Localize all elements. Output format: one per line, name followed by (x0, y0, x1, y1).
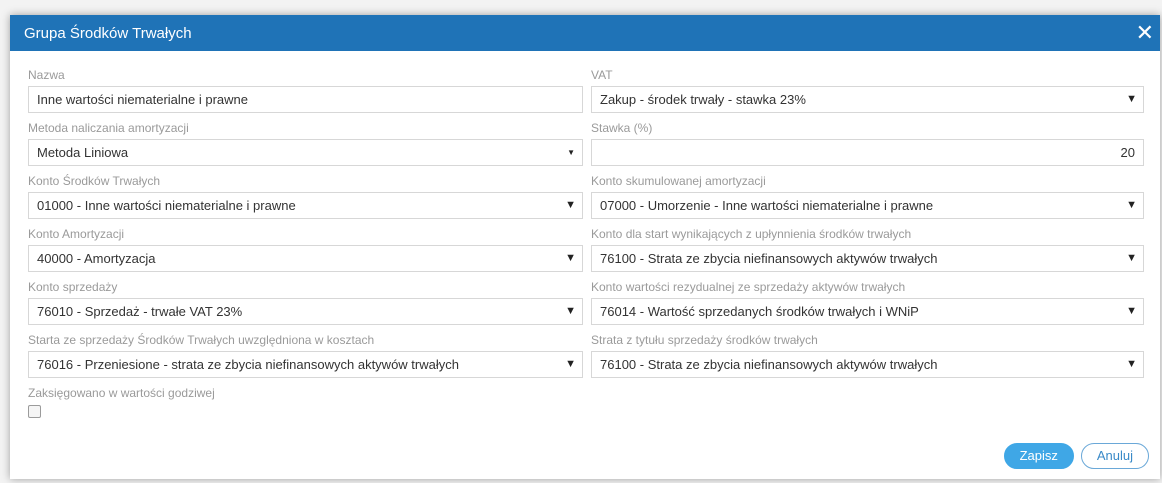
form-grid: Nazwa Inne wartości niematerialne i praw… (28, 67, 1144, 418)
rate-input[interactable]: 20 (591, 139, 1144, 166)
save-button[interactable]: Zapisz (1003, 443, 1074, 469)
depreciation-method-label: Metoda naliczania amortyzacji (28, 121, 189, 135)
name-field-group: Nazwa Inne wartości niematerialne i praw… (28, 67, 583, 113)
vat-value: Zakup - środek trwały - stawka 23% (600, 92, 806, 107)
dialog-body: Nazwa Inne wartości niematerialne i praw… (10, 51, 1160, 418)
residual-value-account-select[interactable]: 76014 - Wartość sprzedanych środków trwa… (591, 298, 1144, 325)
rate-field-group: Stawka (%) 20 (591, 120, 1144, 166)
chevron-down-icon[interactable]: ▼ (1126, 299, 1137, 324)
name-label: Nazwa (28, 68, 65, 82)
residual-value-account-label: Konto wartości rezydualnej ze sprzedaży … (591, 280, 906, 294)
fixed-asset-group-dialog: Grupa Środków Trwałych ✕ Nazwa Inne wart… (10, 15, 1160, 479)
chevron-down-icon[interactable]: ▼ (1126, 246, 1137, 271)
sale-loss-cost-label: Starta ze sprzedaży Środków Trwałych uwz… (28, 333, 375, 347)
liquidation-loss-account-select[interactable]: 76100 - Strata ze zbycia niefinansowych … (591, 245, 1144, 272)
liquidation-loss-account-label: Konto dla start wynikających z upłynnien… (591, 227, 912, 241)
accumulated-depreciation-account-value: 07000 - Umorzenie - Inne wartości niemat… (600, 198, 934, 213)
residual-value-account-value: 76014 - Wartość sprzedanych środków trwa… (600, 304, 919, 319)
chevron-down-icon[interactable]: ▼ (565, 246, 576, 271)
depreciation-account-value: 40000 - Amortyzacja (37, 251, 156, 266)
depreciation-method-select[interactable]: Metoda Liniowa ▼ (28, 139, 583, 166)
sale-loss-label: Strata z tytułu sprzedaży środków trwały… (591, 333, 818, 347)
sale-loss-value: 76100 - Strata ze zbycia niefinansowych … (600, 357, 938, 372)
residual-value-account-field-group: Konto wartości rezydualnej ze sprzedaży … (591, 279, 1144, 325)
sales-account-field-group: Konto sprzedaży 76010 - Sprzedaż - trwał… (28, 279, 583, 325)
vat-select[interactable]: Zakup - środek trwały - stawka 23% ▼ (591, 86, 1144, 113)
sales-account-select[interactable]: 76010 - Sprzedaż - trwałe VAT 23% ▼ (28, 298, 583, 325)
sales-account-label: Konto sprzedaży (28, 280, 118, 294)
sale-loss-cost-field-group: Starta ze sprzedaży Środków Trwałych uwz… (28, 332, 583, 378)
fair-value-checkbox[interactable] (28, 405, 41, 418)
sale-loss-cost-select[interactable]: 76016 - Przeniesione - strata ze zbycia … (28, 351, 583, 378)
chevron-down-icon[interactable]: ▼ (565, 352, 576, 377)
name-value: Inne wartości niematerialne i prawne (37, 92, 248, 107)
fair-value-label: Zaksięgowano w wartości godziwej (28, 386, 215, 400)
sale-loss-cost-value: 76016 - Przeniesione - strata ze zbycia … (37, 357, 459, 372)
depreciation-account-label: Konto Amortyzacji (28, 227, 125, 241)
accumulated-depreciation-account-select[interactable]: 07000 - Umorzenie - Inne wartości niemat… (591, 192, 1144, 219)
fixed-assets-account-select[interactable]: 01000 - Inne wartości niematerialne i pr… (28, 192, 583, 219)
chevron-down-icon[interactable]: ▼ (565, 193, 576, 218)
depreciation-account-select[interactable]: 40000 - Amortyzacja ▼ (28, 245, 583, 272)
fixed-assets-account-label: Konto Środków Trwałych (28, 174, 161, 188)
rate-label: Stawka (%) (591, 121, 653, 135)
vat-field-group: VAT Zakup - środek trwały - stawka 23% ▼ (591, 67, 1144, 113)
chevron-down-icon[interactable]: ▼ (1126, 193, 1137, 218)
name-input[interactable]: Inne wartości niematerialne i prawne (28, 86, 583, 113)
dialog-footer: Zapisz Anuluj (1003, 443, 1149, 469)
rate-value: 20 (1120, 145, 1135, 160)
sale-loss-field-group: Strata z tytułu sprzedaży środków trwały… (591, 332, 1144, 378)
chevron-down-icon[interactable]: ▼ (565, 299, 576, 324)
dialog-header: Grupa Środków Trwałych ✕ (10, 15, 1160, 51)
dialog-title: Grupa Środków Trwałych (24, 24, 192, 42)
vat-label: VAT (591, 68, 613, 82)
chevron-down-icon[interactable]: ▼ (1126, 87, 1137, 112)
chevron-down-icon[interactable]: ▼ (567, 140, 575, 165)
fixed-assets-account-value: 01000 - Inne wartości niematerialne i pr… (37, 198, 296, 213)
depreciation-method-field-group: Metoda naliczania amortyzacji Metoda Lin… (28, 120, 583, 166)
sale-loss-select[interactable]: 76100 - Strata ze zbycia niefinansowych … (591, 351, 1144, 378)
accumulated-depreciation-account-field-group: Konto skumulowanej amortyzacji 07000 - U… (591, 173, 1144, 219)
liquidation-loss-account-value: 76100 - Strata ze zbycia niefinansowych … (600, 251, 938, 266)
liquidation-loss-account-field-group: Konto dla start wynikających z upłynnien… (591, 226, 1144, 272)
fixed-assets-account-field-group: Konto Środków Trwałych 01000 - Inne wart… (28, 173, 583, 219)
fair-value-field-group: Zaksięgowano w wartości godziwej (28, 385, 583, 418)
depreciation-account-field-group: Konto Amortyzacji 40000 - Amortyzacja ▼ (28, 226, 583, 272)
close-icon[interactable]: ✕ (1136, 22, 1154, 44)
accumulated-depreciation-account-label: Konto skumulowanej amortyzacji (591, 174, 766, 188)
depreciation-method-value: Metoda Liniowa (37, 145, 129, 160)
cancel-button[interactable]: Anuluj (1080, 443, 1149, 469)
sales-account-value: 76010 - Sprzedaż - trwałe VAT 23% (37, 304, 243, 319)
chevron-down-icon[interactable]: ▼ (1126, 352, 1137, 377)
